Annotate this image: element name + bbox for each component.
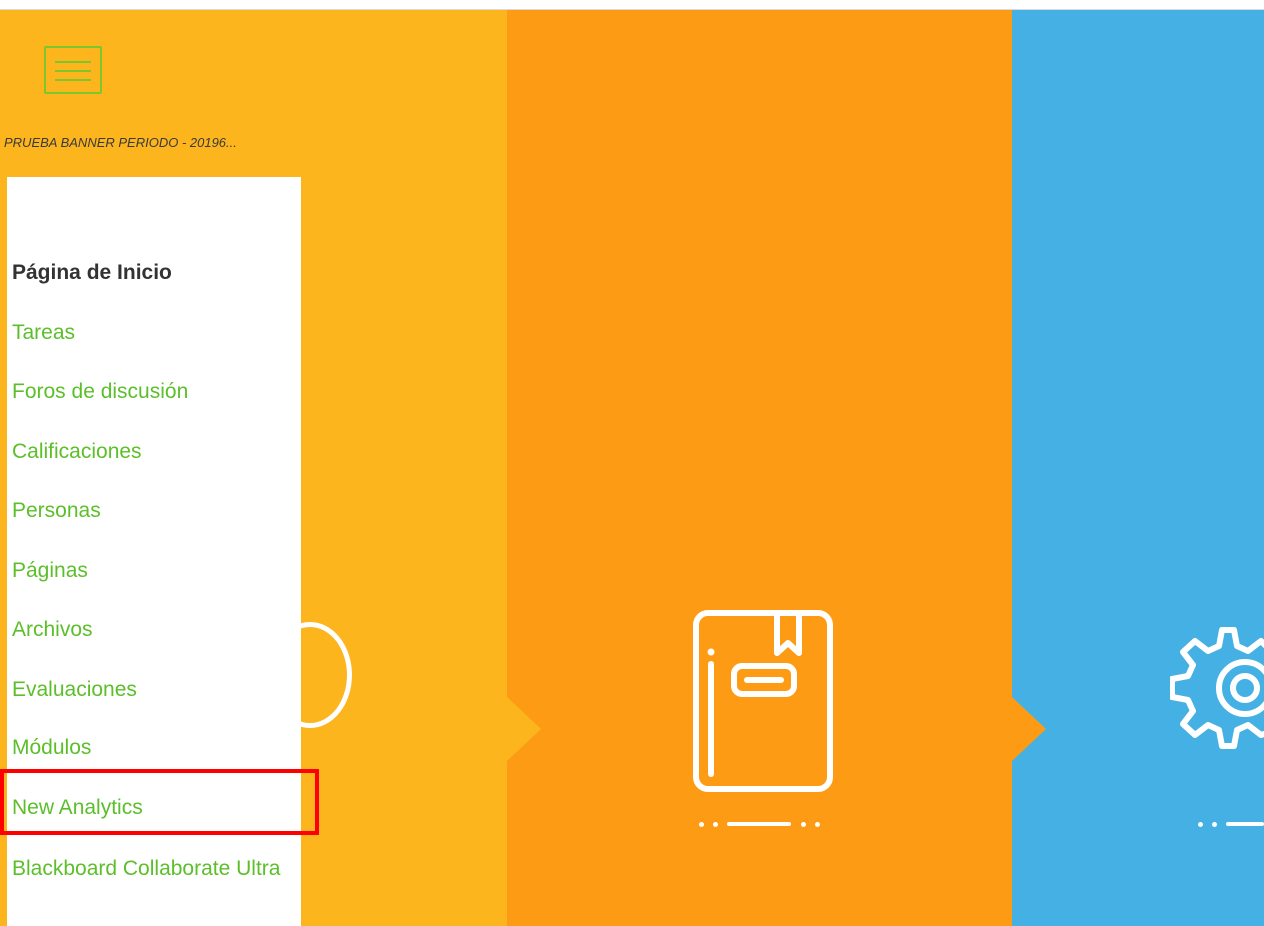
banner-arrow [507, 697, 541, 761]
dash [1226, 822, 1264, 826]
nav-item-quizzes[interactable]: Evaluaciones [12, 676, 137, 704]
hamburger-menu-icon[interactable] [44, 46, 102, 94]
dot [801, 822, 806, 827]
nav-item-pages[interactable]: Páginas [12, 557, 88, 585]
nav-item-files[interactable]: Archivos [12, 616, 93, 644]
dot [1212, 822, 1217, 827]
gear-icon [1170, 627, 1264, 749]
dot [1198, 822, 1203, 827]
dot [699, 822, 704, 827]
nav-item-home[interactable]: Página de Inicio [12, 259, 172, 287]
banner-panel-orange [507, 10, 1012, 926]
banner-panel-blue [1012, 10, 1264, 926]
banner-arrow [1012, 697, 1046, 761]
dot [713, 822, 718, 827]
nav-item-people[interactable]: Personas [12, 497, 101, 525]
nav-item-grades[interactable]: Calificaciones [12, 438, 142, 466]
dash [727, 822, 791, 826]
top-border [0, 0, 1264, 10]
dot [815, 822, 820, 827]
notebook-icon [693, 610, 833, 792]
nav-item-new-analytics[interactable]: New Analytics [12, 794, 143, 822]
course-title[interactable]: PRUEBA BANNER PERIODO - 20196... [4, 135, 304, 150]
nav-item-assignments[interactable]: Tareas [12, 319, 75, 347]
nav-item-modules[interactable]: Módulos [12, 734, 91, 762]
course-nav: Página de Inicio Tareas Foros de discusi… [7, 177, 301, 926]
nav-item-blackboard-collaborate[interactable]: Blackboard Collaborate Ultra [12, 853, 292, 884]
nav-item-discussions[interactable]: Foros de discusión [12, 378, 188, 406]
